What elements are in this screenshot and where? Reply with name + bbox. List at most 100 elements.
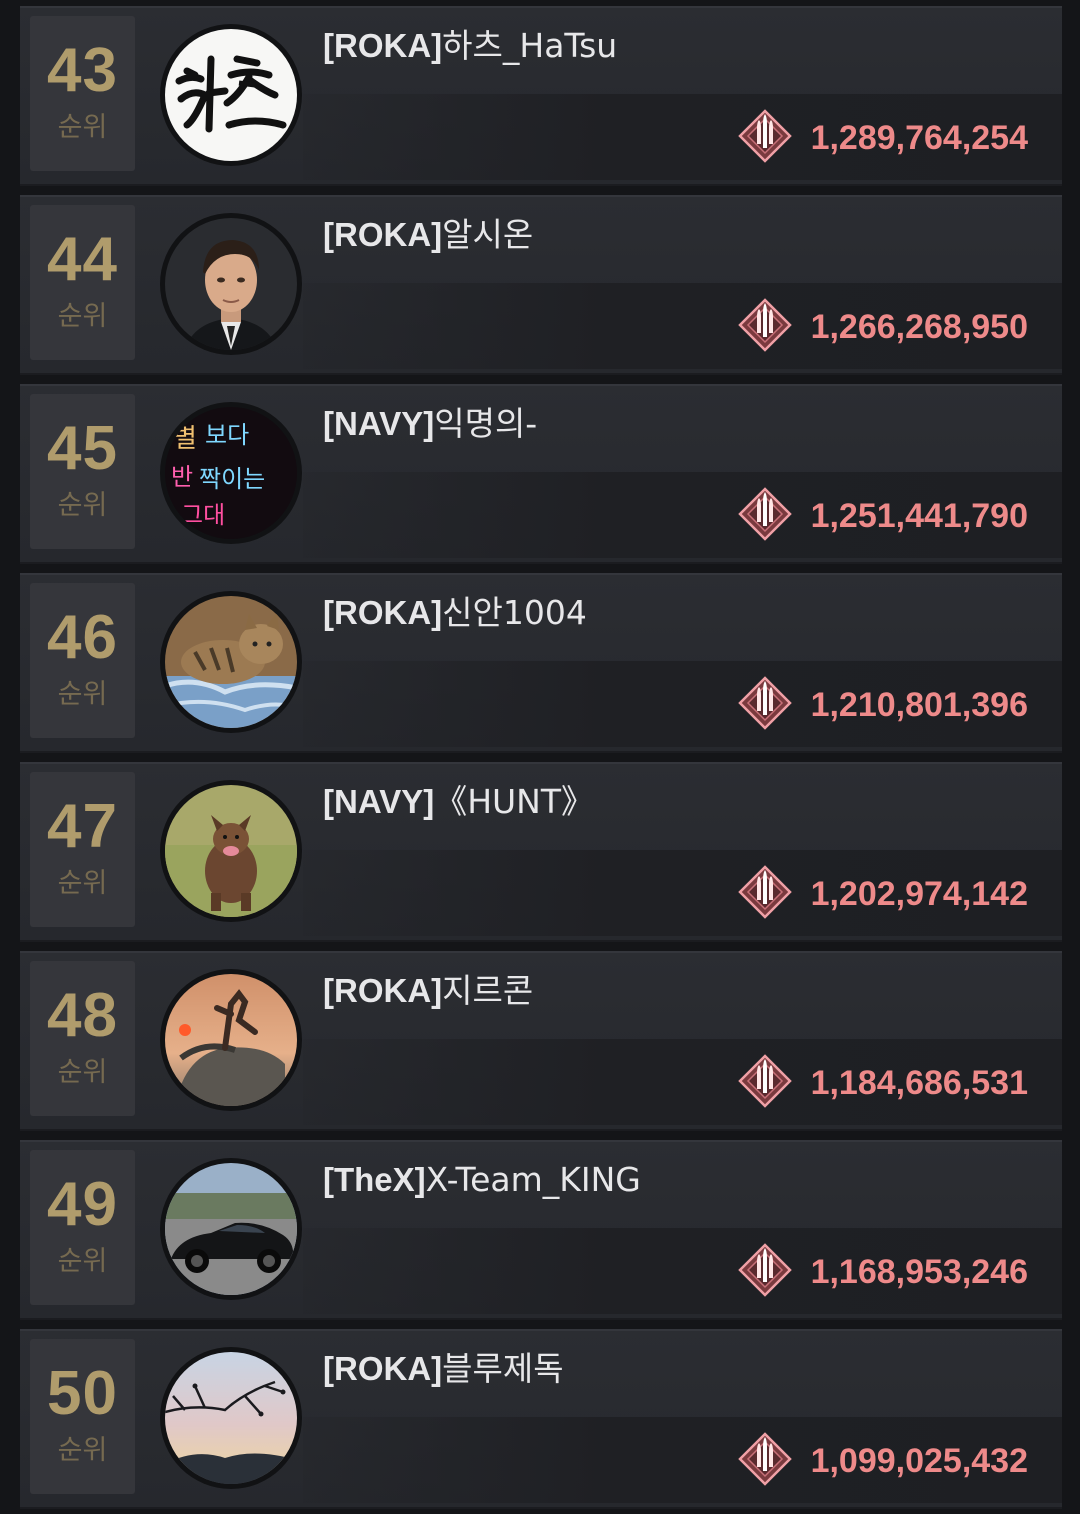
nickname: 신안1004 <box>442 593 587 632</box>
player-avatar[interactable] <box>160 591 302 733</box>
clan-tag: [NAVY] <box>323 405 435 442</box>
score-panel: 1,099,025,432 <box>303 1417 1062 1503</box>
rank-label: 순위 <box>57 1435 108 1466</box>
clan-tag: [NAVY] <box>323 783 435 820</box>
clan-tag: [TheX] <box>323 1161 426 1198</box>
rank-badge: 47 순위 <box>30 772 135 927</box>
bullets-medal-icon <box>737 487 792 541</box>
dog-avatar <box>165 785 297 917</box>
rank-number: 50 <box>47 1359 118 1428</box>
player-name: [NAVY]익명의- <box>323 402 537 446</box>
rank-number: 49 <box>47 1170 118 1239</box>
bullets-medal-icon <box>737 865 792 919</box>
svg-text:보다: 보다 <box>205 421 249 449</box>
score-panel: 1,266,268,950 <box>303 283 1062 369</box>
score-value: 1,168,953,246 <box>810 1253 1028 1291</box>
neon-sign-avatar: 별 보다 반 짝이는 그대 <box>165 407 297 539</box>
player-avatar[interactable] <box>160 969 302 1111</box>
player-name: [ROKA]지르콘 <box>323 969 533 1013</box>
bullets-medal-icon <box>737 1054 792 1108</box>
rank-label: 순위 <box>57 1057 108 1088</box>
rank-badge: 50 순위 <box>30 1339 135 1494</box>
dusk-branches-avatar <box>165 1352 297 1484</box>
rank-number: 45 <box>47 414 118 483</box>
score-panel: 1,168,953,246 <box>303 1228 1062 1314</box>
rank-label: 순위 <box>57 679 108 710</box>
leaderboard-list: 43 순위 [ROKA]하츠_HaTsu 1,289,764,254 44 순위 <box>0 0 1080 1514</box>
rank-badge: 43 순위 <box>30 16 135 171</box>
bullets-medal <box>737 486 793 542</box>
score-value: 1,251,441,790 <box>810 497 1028 535</box>
nickname: 익명의- <box>434 404 538 443</box>
rank-label: 순위 <box>57 112 108 143</box>
nickname: 알시온 <box>442 215 534 254</box>
score-panel: 1,184,686,531 <box>303 1039 1062 1125</box>
player-name: [NAVY]《HUNT》 <box>323 780 594 824</box>
rank-badge: 48 순위 <box>30 961 135 1116</box>
rank-label: 순위 <box>57 868 108 899</box>
player-name: [ROKA]하츠_HaTsu <box>323 24 617 68</box>
bullets-medal-icon <box>737 298 792 352</box>
player-avatar[interactable] <box>160 780 302 922</box>
score-value: 1,184,686,531 <box>810 1064 1028 1102</box>
player-avatar[interactable] <box>160 1347 302 1489</box>
svg-text:반: 반 <box>171 463 193 491</box>
rank-badge: 46 순위 <box>30 583 135 738</box>
rank-badge: 49 순위 <box>30 1150 135 1305</box>
nickname: 블루제독 <box>442 1349 564 1388</box>
player-avatar[interactable] <box>160 1158 302 1300</box>
rank-label: 순위 <box>57 490 108 521</box>
player-avatar[interactable] <box>160 213 302 355</box>
score-panel: 1,210,801,396 <box>303 661 1062 747</box>
svg-text:별: 별 <box>173 424 197 454</box>
man-portrait-avatar <box>165 218 297 350</box>
rank-number: 44 <box>47 225 118 294</box>
bullets-medal <box>737 108 793 164</box>
score-panel: 1,289,764,254 <box>303 94 1062 180</box>
bullets-medal-icon <box>737 1243 792 1297</box>
score-panel: 1,202,974,142 <box>303 850 1062 936</box>
player-name: [ROKA]알시온 <box>323 213 533 257</box>
score-value: 1,202,974,142 <box>810 875 1028 913</box>
leaderboard-row[interactable]: 50 순위 [ROKA]블루제독 1,099,025,432 <box>20 1329 1062 1509</box>
bullets-medal <box>737 675 793 731</box>
bullets-medal <box>737 297 793 353</box>
statue-sunset-avatar <box>165 974 297 1106</box>
bullets-medal-icon <box>737 1432 792 1486</box>
bullets-medal <box>737 1053 793 1109</box>
leaderboard-row[interactable]: 44 순위 [ROKA]알시온 1,266,268,950 <box>20 195 1062 375</box>
score-panel: 1,251,441,790 <box>303 472 1062 558</box>
bullets-medal <box>737 1242 793 1298</box>
player-avatar[interactable] <box>160 24 302 166</box>
nickname: 하츠_HaTsu <box>442 26 618 65</box>
score-value: 1,099,025,432 <box>810 1442 1028 1480</box>
nickname: X-Team_KING <box>425 1160 641 1199</box>
clan-tag: [ROKA] <box>323 594 443 631</box>
rank-number: 43 <box>47 36 118 105</box>
player-avatar[interactable]: 별 보다 반 짝이는 그대 <box>160 402 302 544</box>
score-value: 1,289,764,254 <box>810 119 1028 157</box>
clan-tag: [ROKA] <box>323 1350 443 1387</box>
nickname: 지르콘 <box>442 971 534 1010</box>
clan-tag: [ROKA] <box>323 216 443 253</box>
rank-label: 순위 <box>57 1246 108 1277</box>
svg-text:그대: 그대 <box>181 501 225 529</box>
rank-number: 48 <box>47 981 118 1050</box>
score-value: 1,266,268,950 <box>810 308 1028 346</box>
rank-number: 46 <box>47 603 118 672</box>
player-name: [TheX]X-Team_KING <box>323 1158 641 1202</box>
bullets-medal-icon <box>737 109 792 163</box>
svg-text:짝이는: 짝이는 <box>199 465 265 493</box>
leaderboard-row[interactable]: 46 순위 [ROKA]신안1004 1,210,801,396 <box>20 573 1062 753</box>
rank-number: 47 <box>47 792 118 861</box>
bullets-medal <box>737 1431 793 1487</box>
rank-badge: 45 순위 <box>30 394 135 549</box>
calligraphy-avatar <box>165 29 297 161</box>
leaderboard-row[interactable]: 43 순위 [ROKA]하츠_HaTsu 1,289,764,254 <box>20 6 1062 186</box>
leaderboard-row[interactable]: 48 순위 [ROKA]지르콘 1,184,686,531 <box>20 951 1062 1131</box>
leaderboard-row[interactable]: 45 순위 별 보다 반 짝이는 그대 [NAVY]익명의- 1,251,441… <box>20 384 1062 564</box>
score-value: 1,210,801,396 <box>810 686 1028 724</box>
leaderboard-row[interactable]: 47 순위 [NAVY]《HUNT》 1,202,974,142 <box>20 762 1062 942</box>
bullets-medal <box>737 864 793 920</box>
leaderboard-row[interactable]: 49 순위 [TheX]X-Team_KING 1,168,953,246 <box>20 1140 1062 1320</box>
